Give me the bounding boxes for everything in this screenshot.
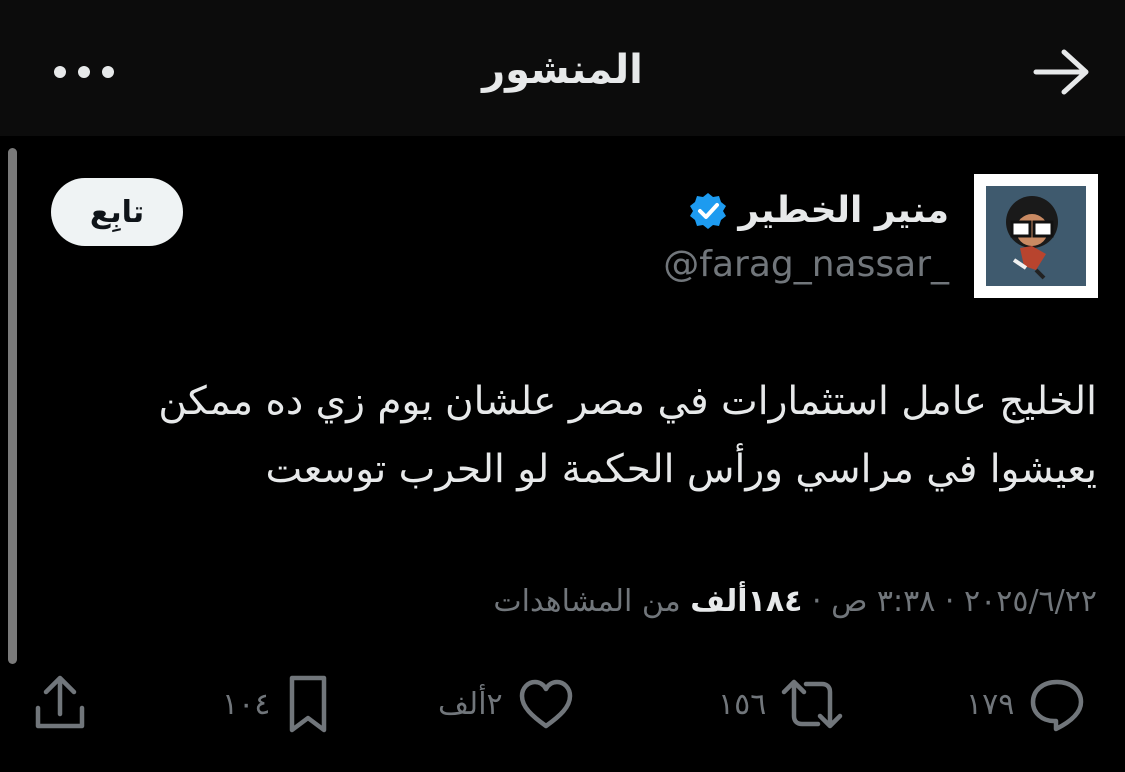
like-button[interactable]: ٢ألف (438, 668, 575, 740)
post-text: الخليج عامل استثمارات في مصر علشان يوم ز… (158, 379, 1097, 492)
reply-count: ١٧٩ (966, 686, 1015, 722)
author-name[interactable]: منير الخطير (738, 186, 949, 236)
post-page: المنشور منير الخطير @farag_nassar_ تابِع… (0, 0, 1125, 772)
follow-button[interactable]: تابِع (51, 178, 183, 246)
author-name-row[interactable]: منير الخطير (688, 186, 949, 236)
post-metadata: ٢٠٢٥/٦/٢٢ · ٣:٣٨ ص · ١٨٤ألف من المشاهدات (493, 580, 1097, 624)
meta-separator: · (802, 584, 832, 619)
views-count[interactable]: ١٨٤ألف (690, 584, 802, 619)
bookmark-icon (290, 675, 327, 733)
scrollbar[interactable] (8, 148, 17, 664)
back-arrow-icon[interactable] (1030, 44, 1094, 100)
meta-separator: · (935, 584, 964, 619)
post-date[interactable]: ٢٠٢٥/٦/٢٢ (964, 584, 1097, 619)
reply-icon (1031, 679, 1084, 732)
reply-button[interactable]: ١٧٩ (966, 668, 1086, 740)
post-time[interactable]: ٣:٣٨ ص (831, 584, 935, 619)
avatar[interactable] (974, 174, 1098, 298)
repost-icon (782, 679, 843, 729)
repost-count: ١٥٦ (718, 686, 767, 722)
share-button[interactable] (32, 668, 88, 740)
views-label: من المشاهدات (493, 584, 691, 619)
repost-button[interactable]: ١٥٦ (718, 668, 844, 740)
share-icon (35, 675, 85, 729)
verified-badge-icon (688, 191, 728, 231)
page-title: المنشور (482, 47, 643, 93)
heart-icon (519, 679, 572, 729)
action-bar: ١٧٩ ١٥٦ ٢ألف ١٠٤ (0, 668, 1125, 748)
bookmark-count: ١٠٤ (222, 686, 271, 722)
like-count: ٢ألف (438, 686, 503, 722)
author-handle[interactable]: @farag_nassar_ (663, 240, 949, 290)
top-bar: المنشور (0, 0, 1125, 136)
bookmark-button[interactable]: ١٠٤ (222, 668, 332, 740)
